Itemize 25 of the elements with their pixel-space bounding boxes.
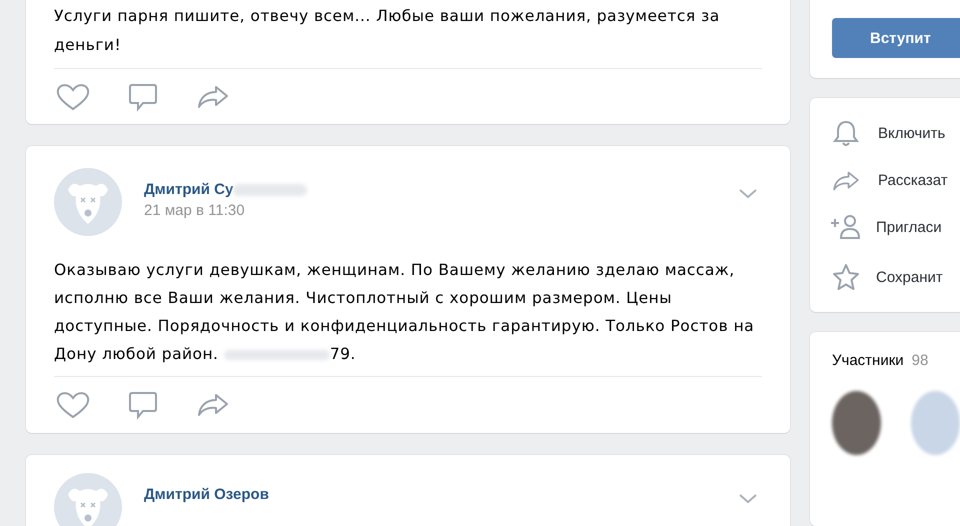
post-text: Услуги парня пишите, отвечу всем... Любые ваши пожелания, разумеется за деньги! <box>54 6 721 56</box>
member-photo-placeholder[interactable] <box>832 391 881 456</box>
members-title[interactable]: Участники <box>832 352 904 370</box>
menu-item-label[interactable]: Включить <box>878 124 946 142</box>
post-text: Оказываю услуги девушкам, женщинам. По Вашему желанию зделаю массаж, исполню все Ваши желания. Чистоплотный с хорошим размером. Цены доступные. Порядочность и конфиденциальность гарантирую. Только Ростов на Дону любой район. 79. <box>54 260 756 365</box>
star-icon[interactable] <box>830 263 862 292</box>
chevron-down-icon[interactable] <box>738 188 758 200</box>
chevron-down-icon[interactable] <box>738 493 758 505</box>
menu-item-label[interactable]: Приглаcи <box>876 218 942 236</box>
share-arrow-icon[interactable] <box>196 84 230 110</box>
comment-icon[interactable] <box>128 82 158 112</box>
share-arrow-icon[interactable] <box>196 392 230 418</box>
join-button[interactable]: Вступит <box>832 18 960 58</box>
avatar-placeholder-icon[interactable] <box>54 473 122 526</box>
author-name[interactable]: Дмитрий Озеров <box>144 486 269 503</box>
heart-icon[interactable] <box>56 391 90 419</box>
bell-icon[interactable] <box>830 119 862 148</box>
menu-item-label[interactable]: Рассказат <box>878 172 948 190</box>
add-user-icon[interactable] <box>830 214 862 240</box>
avatar-placeholder-icon[interactable] <box>54 168 122 236</box>
comment-icon[interactable] <box>128 390 158 420</box>
author-name[interactable]: Дмитрий Су <box>144 181 234 198</box>
menu-item-label[interactable]: Сохранит <box>876 268 943 286</box>
heart-icon[interactable] <box>56 83 90 111</box>
members-count: 98 <box>912 352 928 370</box>
